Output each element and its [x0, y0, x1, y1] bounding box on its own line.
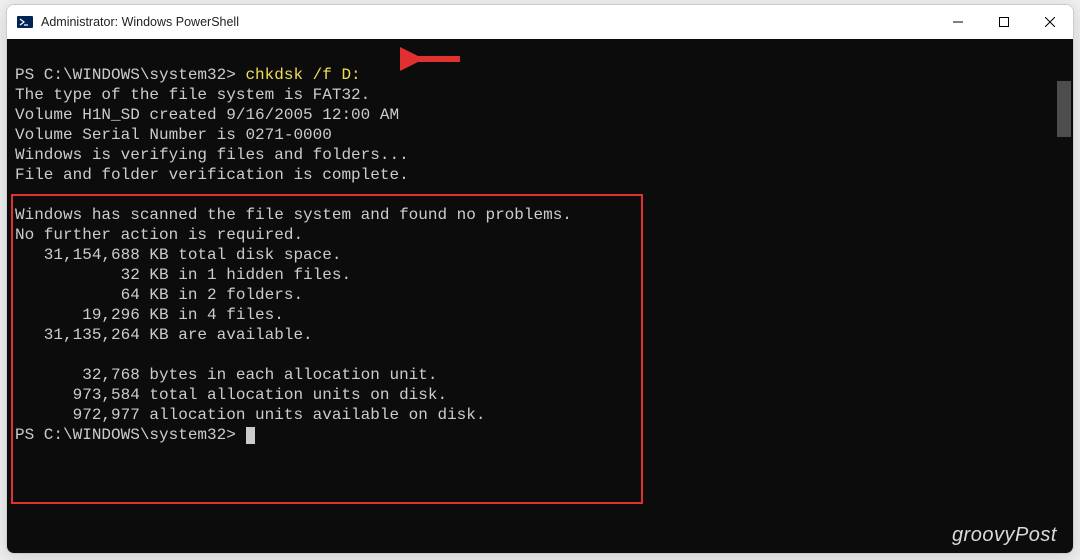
terminal-output[interactable]: PS C:\WINDOWS\system32> chkdsk /f D: The… — [7, 39, 1073, 553]
maximize-button[interactable] — [981, 5, 1027, 39]
result-line: 32,768 bytes in each allocation unit. — [15, 366, 437, 384]
powershell-icon — [17, 14, 33, 30]
output-line: File and folder verification is complete… — [15, 166, 409, 184]
prompt-line-2: PS C:\WINDOWS\system32> — [15, 426, 255, 444]
titlebar[interactable]: Administrator: Windows PowerShell — [7, 5, 1073, 39]
result-line: Windows has scanned the file system and … — [15, 206, 572, 224]
result-line: 64 KB in 2 folders. — [15, 286, 303, 304]
result-line: 32 KB in 1 hidden files. — [15, 266, 351, 284]
output-line: The type of the file system is FAT32. — [15, 86, 370, 104]
result-line: 973,584 total allocation units on disk. — [15, 386, 447, 404]
watermark: groovyPost — [952, 525, 1057, 545]
output-line: Volume Serial Number is 0271-0000 — [15, 126, 332, 144]
minimize-button[interactable] — [935, 5, 981, 39]
output-line: Windows is verifying files and folders..… — [15, 146, 409, 164]
close-button[interactable] — [1027, 5, 1073, 39]
output-line: Volume H1N_SD created 9/16/2005 12:00 AM — [15, 106, 399, 124]
result-line: 19,296 KB in 4 files. — [15, 306, 284, 324]
powershell-window: Administrator: Windows PowerShell PS C:\… — [6, 4, 1074, 554]
result-line: 31,154,688 KB total disk space. — [15, 246, 341, 264]
prompt-path: PS C:\WINDOWS\system32> — [15, 66, 245, 84]
prompt-line-1: PS C:\WINDOWS\system32> chkdsk /f D: — [15, 66, 361, 84]
command-text: chkdsk /f D: — [245, 66, 360, 84]
scrollbar-thumb[interactable] — [1057, 81, 1071, 137]
cursor — [246, 427, 255, 444]
window-title: Administrator: Windows PowerShell — [41, 15, 935, 29]
prompt-path-2: PS C:\WINDOWS\system32> — [15, 426, 245, 444]
result-line: 972,977 allocation units available on di… — [15, 406, 485, 424]
result-line: No further action is required. — [15, 226, 303, 244]
window-controls — [935, 5, 1073, 39]
result-line: 31,135,264 KB are available. — [15, 326, 313, 344]
